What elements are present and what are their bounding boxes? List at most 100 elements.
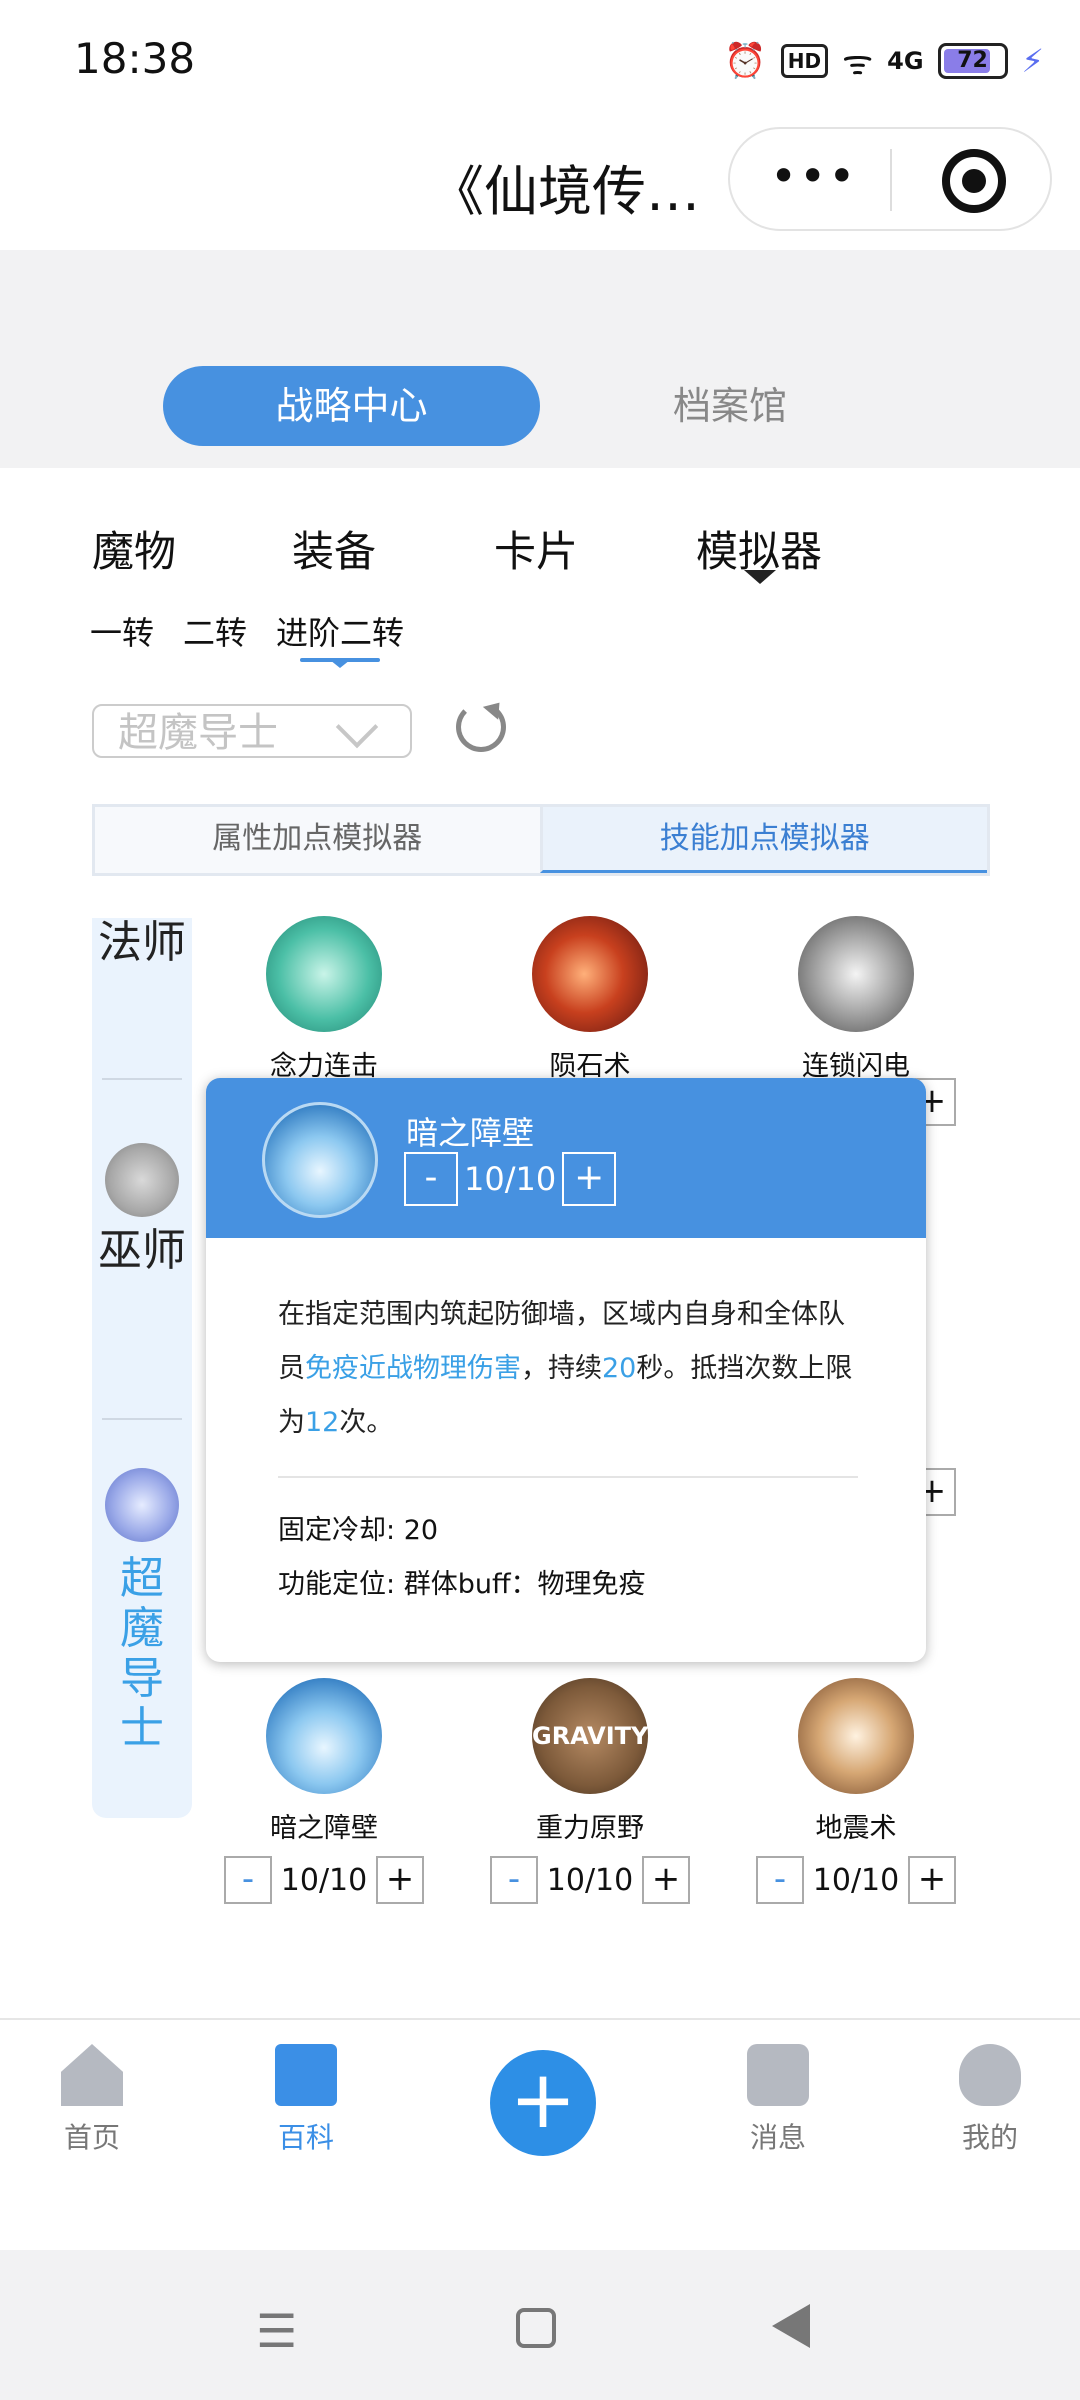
- class-divider: [102, 1078, 182, 1080]
- system-nav-bar: ☰: [0, 2250, 1080, 2400]
- class-column: 法师 巫师 超魔导士: [92, 918, 192, 1818]
- popup-description: 在指定范围内筑起防御墙，区域内自身和全体队员免疫近战物理伤害，持续20秒。抵挡次…: [278, 1288, 858, 1450]
- skill-name: 重力原野: [536, 1813, 644, 1844]
- hd-icon: HD: [780, 44, 829, 78]
- tab-band: 战略中心 档案馆: [0, 250, 1080, 468]
- home-square-icon[interactable]: [516, 2308, 556, 2348]
- minus-button[interactable]: -: [404, 1152, 458, 1206]
- gravity-icon: GRAVITY: [532, 1678, 648, 1794]
- plus-button[interactable]: +: [642, 1856, 690, 1904]
- skill-level-stepper: - 10/10 +: [756, 1856, 956, 1904]
- subtab-advanced-second-job[interactable]: 进阶二转: [276, 608, 404, 654]
- capsule-divider: [890, 149, 892, 211]
- cooldown-label: 固定冷却:: [278, 1515, 396, 1546]
- target-icon[interactable]: [942, 149, 1006, 213]
- nav-label: 我的: [961, 2121, 1018, 2154]
- class-select[interactable]: 超魔导士: [92, 704, 412, 758]
- popup-skill-name: 暗之障壁: [406, 1114, 535, 1152]
- minus-button[interactable]: -: [224, 1856, 272, 1904]
- charging-icon: ⚡: [1021, 42, 1044, 80]
- wifi-icon: ᯤ: [842, 43, 874, 83]
- book-icon: [275, 2044, 337, 2106]
- skill-name: 暗之障壁: [270, 1813, 378, 1844]
- category-equipment[interactable]: 装备: [292, 518, 376, 579]
- profile-icon: [959, 2044, 1021, 2106]
- skill-meteor-storm[interactable]: 陨石术: [490, 916, 690, 1083]
- home-icon: [61, 2044, 123, 2106]
- skill-gravitation-field[interactable]: GRAVITY 重力原野: [490, 1678, 690, 1845]
- battery-icon: 72: [937, 43, 1008, 79]
- class-mage-label[interactable]: 法师: [92, 918, 192, 968]
- subtab-second-job[interactable]: 二转: [183, 608, 247, 654]
- plus-button[interactable]: +: [562, 1152, 617, 1206]
- nav-wiki[interactable]: 百科: [236, 2044, 376, 2156]
- tab-strategy-center[interactable]: 战略中心: [163, 366, 540, 446]
- desc-highlight: 12: [305, 1407, 340, 1438]
- skill-earthquake[interactable]: 地震术: [756, 1678, 956, 1845]
- popup-cooldown: 固定冷却: 20: [278, 1508, 438, 1547]
- minus-button[interactable]: -: [490, 1856, 538, 1904]
- popup-header: 暗之障壁 - 10/10 +: [206, 1078, 926, 1238]
- class-wizard-label[interactable]: 巫师: [92, 1226, 192, 1276]
- skill-level-value: 10/10: [280, 1862, 368, 1898]
- subtab-first-job[interactable]: 一转: [90, 608, 154, 654]
- psychic-wave-icon: [266, 916, 382, 1032]
- nav-profile[interactable]: 我的: [920, 2044, 1060, 2156]
- high-wizard-icon[interactable]: [105, 1468, 179, 1542]
- message-icon: [747, 2044, 809, 2106]
- skill-level-stepper: - 10/10 +: [490, 1856, 690, 1904]
- nav-home[interactable]: 首页: [22, 2044, 162, 2156]
- bottom-nav: 首页 百科 + 消息 我的: [0, 2018, 1080, 2250]
- skill-chain-lightning[interactable]: 连锁闪电: [756, 916, 956, 1083]
- category-cards[interactable]: 卡片: [494, 518, 578, 579]
- title-bar: 《仙境传… •••: [0, 125, 1080, 250]
- skill-detail-popup: 暗之障壁 - 10/10 + 在指定范围内筑起防御墙，区域内自身和全体队员免疫近…: [206, 1078, 926, 1662]
- status-bar: 18:38 ⏰ HD ᯤ 4G 72 ⚡: [0, 0, 1080, 125]
- lightning-icon: [798, 916, 914, 1032]
- wizard-icon[interactable]: [105, 1143, 179, 1217]
- simulator-tabs: 属性加点模拟器 技能加点模拟器: [92, 804, 990, 876]
- cooldown-value: 20: [403, 1515, 439, 1546]
- skill-level-value: 10/10: [546, 1862, 634, 1898]
- popup-role: 功能定位: 群体buff：物理免疫: [278, 1562, 646, 1601]
- nav-label: 百科: [277, 2121, 334, 2154]
- role-label: 功能定位:: [278, 1569, 396, 1600]
- battery-level: 72: [957, 48, 988, 73]
- subtab-active-arrow: [330, 660, 350, 668]
- plus-button[interactable]: +: [908, 1856, 956, 1904]
- desc-highlight: 免疫近战物理伤害: [305, 1353, 521, 1384]
- desc-text: 次。: [339, 1407, 394, 1438]
- class-select-value: 超魔导士: [118, 710, 278, 756]
- tab-skill-simulator[interactable]: 技能加点模拟器: [539, 807, 987, 873]
- alarm-icon: ⏰: [724, 41, 767, 81]
- menu-icon[interactable]: ☰: [256, 2304, 297, 2358]
- desc-text: ，持续: [521, 1353, 602, 1384]
- meteor-icon: [532, 916, 648, 1032]
- tab-archive[interactable]: 档案馆: [600, 366, 860, 446]
- skill-psychic-wave[interactable]: 念力连击: [224, 916, 424, 1083]
- mini-program-capsule: •••: [728, 127, 1052, 231]
- status-time: 18:38: [74, 34, 196, 83]
- plus-icon[interactable]: +: [490, 2050, 596, 2156]
- refresh-icon[interactable]: [456, 702, 506, 752]
- more-dots-icon[interactable]: •••: [770, 153, 857, 199]
- category-monsters[interactable]: 魔物: [92, 518, 176, 579]
- barrier-icon: [262, 1102, 378, 1218]
- back-icon[interactable]: [772, 2304, 810, 2348]
- plus-button[interactable]: +: [376, 1856, 424, 1904]
- nav-messages[interactable]: 消息: [708, 2044, 848, 2156]
- popup-divider: [278, 1476, 858, 1478]
- popup-level-stepper: - 10/10 +: [404, 1152, 617, 1206]
- chevron-down-icon: [335, 705, 379, 749]
- category-active-indicator: [744, 570, 776, 584]
- class-high-wizard-label[interactable]: 超魔导士: [92, 1554, 192, 1754]
- nav-label: 消息: [749, 2121, 806, 2154]
- tab-attribute-simulator[interactable]: 属性加点模拟器: [95, 807, 540, 873]
- skill-level-value: 10/10: [812, 1862, 900, 1898]
- desc-highlight: 20: [602, 1353, 637, 1384]
- class-divider: [102, 1418, 182, 1420]
- minus-button[interactable]: -: [756, 1856, 804, 1904]
- status-icons: ⏰ HD ᯤ 4G 72 ⚡: [724, 36, 1044, 86]
- skill-level-stepper: - 10/10 +: [224, 1856, 424, 1904]
- skill-safety-wall[interactable]: 暗之障壁: [224, 1678, 424, 1845]
